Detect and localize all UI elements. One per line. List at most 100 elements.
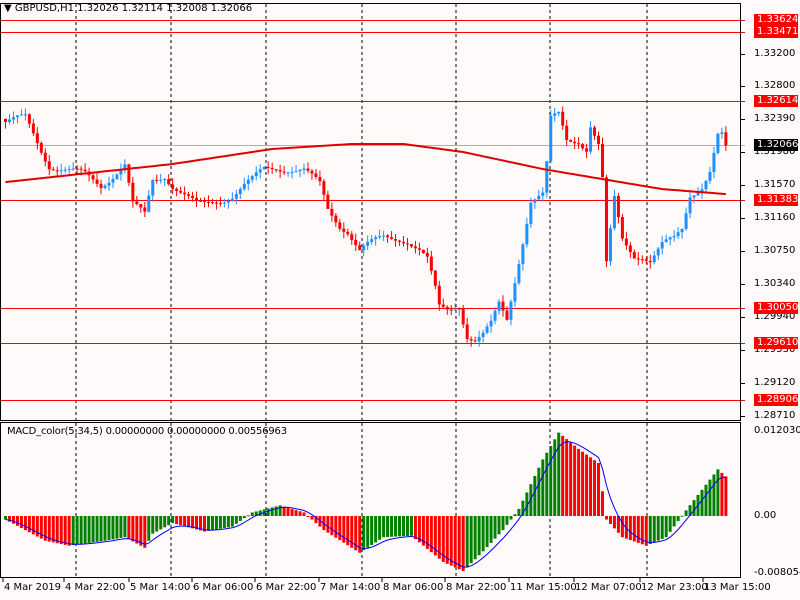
macd-bar-falling [449,516,453,566]
time-axis-label: 8 Mar 06:00 [383,582,444,593]
bear-candle [593,127,597,136]
bear-candle [628,245,632,253]
bear-candle [648,261,652,263]
bear-candle [573,141,577,144]
macd-bar-falling [565,439,569,516]
bear-candle [218,203,222,205]
price-tick-label: 1.29120 [754,377,796,388]
macd-histogram [4,432,728,572]
macd-bar-rising [501,516,505,531]
macd-bar-rising [465,516,469,568]
bear-candle [585,148,589,152]
horizontal-levels [0,20,745,401]
macd-bar-rising [409,516,413,536]
bear-candle [306,168,310,171]
bear-candle [565,125,569,141]
time-axis-label: 4 Mar 22:00 [65,582,126,593]
time-axis-label: 11 Mar 15:00 [510,582,577,593]
macd-bar-rising [716,469,720,516]
bear-candle [449,309,453,311]
bull-candle [23,114,27,116]
macd-bar-falling [11,516,15,524]
macd-bar-rising [123,516,127,538]
bull-candle [67,168,71,170]
price-level-tag: 1.33471 [754,26,798,38]
macd-tick-label: -0.008054 [754,567,800,578]
price-level-tag: 1.32614 [754,95,798,107]
macd-bar-rising [147,516,151,541]
bear-candle [577,143,581,145]
macd-bar-falling [608,516,612,524]
bear-candle [143,207,147,212]
bear-candle [4,118,7,123]
bear-candle [131,182,135,202]
bear-candle [597,135,601,144]
bull-candle [362,245,366,251]
bear-candle [405,243,409,245]
macd-bar-falling [620,516,624,538]
bear-candle [35,133,39,144]
macd-bar-rising [71,516,75,546]
bear-candle [135,201,139,205]
bull-candle [497,301,501,311]
bear-candle [409,244,413,247]
bear-candle [195,197,199,201]
bull-candle [382,235,386,237]
macd-title: MACD_color(5,34,5) 0.00000000 0.00000000… [7,426,287,437]
price-level-tag: 1.29610 [754,337,798,349]
bull-candle [378,236,382,238]
macd-bar-rising [151,516,155,534]
macd-bar-rising [402,516,405,537]
macd-bar-rising [155,516,159,532]
bull-candle [525,223,529,245]
bear-candle [358,245,362,251]
bear-candle [417,248,421,250]
bear-candle [175,188,179,191]
macd-bar-rising [533,475,537,516]
macd-bar-rising [708,479,712,516]
bull-candle [553,113,557,116]
macd-bar-rising [4,516,7,520]
macd-bar-falling [585,454,589,516]
macd-bar-rising [497,516,501,535]
bear-candle [266,167,270,169]
bear-candle [43,152,47,162]
macd-bar-falling [628,516,632,541]
bear-candle [83,169,87,172]
bear-candle [632,252,636,259]
macd-bar-falling [19,516,23,529]
time-axis-label: 4 Mar 2019 [4,582,62,593]
macd-bar-rising [266,508,270,516]
bull-candle [541,192,545,196]
time-axis-label: 6 Mar 06:00 [193,582,254,593]
dropdown-triangle-icon[interactable]: ▼ [4,3,12,14]
bull-candle [103,185,107,188]
bull-candle [656,248,660,256]
macd-bar-falling [632,516,636,542]
macd-bar-rising [537,467,541,516]
macd-bar-falling [612,516,616,529]
price-tick-label: 1.32390 [754,113,796,124]
bull-candle [533,199,537,203]
macd-bar-rising [541,459,545,516]
macd-bar-rising [668,516,672,532]
bull-candle [477,337,481,342]
bear-candle [342,228,346,232]
macd-bar-rising [712,474,716,516]
macd-bar-rising [680,515,684,517]
macd-bar-falling [298,511,302,516]
macd-bar-falling [561,435,565,516]
bull-candle [254,172,258,177]
macd-bar-rising [394,516,398,537]
macd-bar-rising [664,516,668,538]
macd-bar-falling [457,516,461,570]
bull-candle [374,237,378,240]
time-axis-label: 13 Mar 15:00 [704,582,771,593]
macd-bar-rising [513,514,517,516]
price-tick-label: 1.28710 [754,410,796,421]
macd-bar-rising [238,516,242,521]
bear-candle [469,339,473,341]
bull-candle [19,114,23,116]
macd-bar-falling [330,516,334,536]
chart-header: ▼ GBPUSD,H1 1.32026 1.32114 1.32008 1.32… [4,3,252,14]
